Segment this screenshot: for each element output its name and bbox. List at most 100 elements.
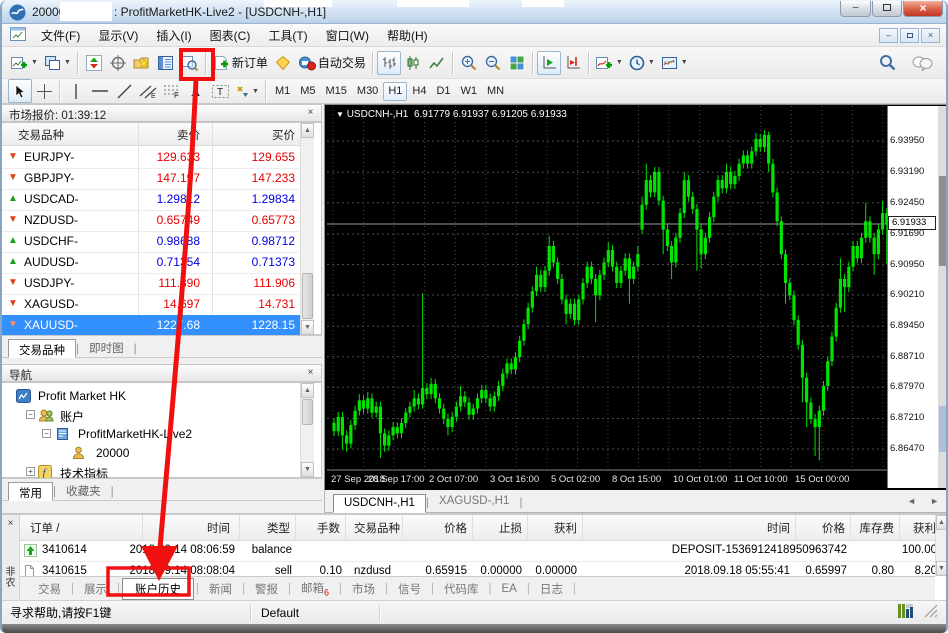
market-watch-row-NZDUSD-[interactable]: ▼NZDUSD-0.657490.65773 xyxy=(2,210,300,231)
menu-6[interactable]: 帮助(H) xyxy=(378,24,437,47)
resize-grip[interactable] xyxy=(924,604,938,621)
mdi-close-button[interactable]: × xyxy=(921,28,940,43)
chevron-down-icon[interactable]: ▼ xyxy=(616,59,623,66)
candlestick-chart-button[interactable] xyxy=(401,51,425,75)
auto-scroll-button[interactable] xyxy=(537,51,561,75)
crosshair-button[interactable] xyxy=(32,79,56,103)
chart-plot[interactable] xyxy=(327,106,888,491)
menu-0[interactable]: 文件(F) xyxy=(32,24,89,47)
terminal-column-header-7[interactable]: 获利 xyxy=(417,520,577,536)
navigator-item-账户[interactable]: −账户 xyxy=(2,406,298,425)
arrows-button[interactable]: ▼ xyxy=(232,79,262,103)
profiles-button[interactable]: ▼ xyxy=(41,51,74,75)
terminal-tab-代码库[interactable]: 代码库 xyxy=(436,579,487,599)
text-button[interactable]: A xyxy=(184,79,208,103)
scroll-up-icon[interactable]: ▲ xyxy=(301,123,314,138)
market-watch-tab-即时图[interactable]: 即时图 xyxy=(79,338,134,357)
terminal-tab-邮箱[interactable]: 邮箱6 xyxy=(293,578,337,599)
terminal-tab-EA[interactable]: EA xyxy=(494,581,525,597)
periods-button[interactable]: ▼ xyxy=(626,51,658,75)
terminal-tab-日志[interactable]: 日志 xyxy=(532,579,571,599)
timeframe-D1[interactable]: D1 xyxy=(431,82,455,101)
market-watch-scrollbar[interactable]: ▲▼ xyxy=(300,123,314,335)
text-label-button[interactable]: T xyxy=(208,79,232,103)
market-watch-row-USDCHF-[interactable]: ▲USDCHF-0.986880.98712 xyxy=(2,231,300,252)
expand-icon[interactable]: + xyxy=(26,467,35,476)
navigator-tab-常用[interactable]: 常用 xyxy=(8,482,53,501)
terminal-column-header-0[interactable]: 订单 / xyxy=(30,520,59,536)
timeframe-H4[interactable]: H4 xyxy=(407,82,431,101)
navigator-button[interactable] xyxy=(130,51,154,75)
status-profile[interactable]: Default xyxy=(251,606,379,620)
collapse-icon[interactable]: − xyxy=(26,410,35,419)
terminal-tab-市场[interactable]: 市场 xyxy=(344,579,383,599)
market-watch-row-AUDUSD-[interactable]: ▲AUDUSD-0.713540.71373 xyxy=(2,252,300,273)
new-chart-button[interactable]: ▼ xyxy=(8,51,41,75)
trendline-button[interactable] xyxy=(112,79,136,103)
panel-splitter[interactable] xyxy=(2,501,324,513)
autotrading-button[interactable]: 自动交易 xyxy=(295,51,369,75)
templates-button[interactable]: ▼ xyxy=(658,51,691,75)
chart-tab-XAGUSD-,H1[interactable]: XAGUSD-,H1 xyxy=(429,493,519,512)
scrollbar-thumb[interactable] xyxy=(302,399,313,425)
market-watch-row-XAUUSD-[interactable]: ▼XAUUSD-1227.681228.15 xyxy=(2,315,300,336)
terminal-scrollbar[interactable]: ▲ ▼ xyxy=(935,515,947,576)
navigator-item-20000[interactable]: 20000 xyxy=(2,444,298,463)
tile-windows-button[interactable] xyxy=(505,51,529,75)
horizontal-line-button[interactable] xyxy=(88,79,112,103)
timeframe-M5[interactable]: M5 xyxy=(295,82,320,101)
collapse-icon[interactable]: − xyxy=(42,429,51,438)
scroll-down-icon[interactable]: ▼ xyxy=(301,462,314,477)
terminal-row-3410614[interactable]: 34106142018.09.14 08:06:59balanceDEPOSIT… xyxy=(20,541,935,562)
market-watch-row-EURJPY-[interactable]: ▼EURJPY-129.633129.655 xyxy=(2,147,300,168)
timeframe-H1[interactable]: H1 xyxy=(383,82,407,101)
scroll-down-icon[interactable]: ▼ xyxy=(301,320,314,335)
navigator-scrollbar[interactable]: ▲▼ xyxy=(300,383,314,477)
market-watch-row-GBPJPY-[interactable]: ▼GBPJPY-147.197147.233 xyxy=(2,168,300,189)
minimize-button[interactable]: – xyxy=(840,1,871,17)
cursor-button[interactable] xyxy=(8,79,32,103)
chart-window[interactable]: 6.939506.931906.924506.916906.909506.902… xyxy=(324,104,948,513)
line-chart-button[interactable] xyxy=(425,51,449,75)
chevron-down-icon[interactable]: ▼ xyxy=(64,59,71,66)
vertical-line-button[interactable] xyxy=(64,79,88,103)
chevron-down-icon[interactable]: ▼ xyxy=(648,59,655,66)
strategy-tester-button[interactable] xyxy=(178,51,202,75)
chevron-down-icon[interactable]: ▼ xyxy=(681,59,688,66)
scroll-right-icon[interactable]: ► xyxy=(930,496,939,506)
terminal-button[interactable] xyxy=(154,51,178,75)
close-button[interactable]: × xyxy=(903,1,943,17)
market-watch-row-XAGUSD-[interactable]: ▼XAGUSD-14.69714.731 xyxy=(2,294,300,315)
navigator-item-ProfitMarketHK-Live2[interactable]: −ProfitMarketHK-Live2 xyxy=(2,425,298,444)
chart-tab-USDCNH-,H1[interactable]: USDCNH-,H1 xyxy=(333,494,426,513)
zoom-in-button[interactable] xyxy=(457,51,481,75)
mdi-minimize-button[interactable]: – xyxy=(879,28,898,43)
menu-4[interactable]: 工具(T) xyxy=(259,24,316,47)
timeframe-MN[interactable]: MN xyxy=(482,82,509,101)
scroll-up-icon[interactable]: ▲ xyxy=(936,515,947,530)
terminal-column-header-11[interactable]: 获利 xyxy=(776,520,936,536)
data-window-button[interactable] xyxy=(106,51,130,75)
column-header-sell[interactable]: 卖价 xyxy=(122,127,200,143)
search-button[interactable] xyxy=(875,51,899,75)
market-watch-row-USDCAD-[interactable]: ▲USDCAD-1.298121.29834 xyxy=(2,189,300,210)
bar-chart-button[interactable] xyxy=(377,51,401,75)
scrollbar-thumb[interactable] xyxy=(939,176,948,266)
timeframe-M1[interactable]: M1 xyxy=(270,82,295,101)
scroll-up-icon[interactable]: ▲ xyxy=(301,383,314,398)
chevron-down-icon[interactable]: ▼ xyxy=(31,59,38,66)
column-header-buy[interactable]: 买价 xyxy=(217,127,295,143)
terminal-tab-交易[interactable]: 交易 xyxy=(30,579,69,599)
mdi-restore-button[interactable] xyxy=(900,28,919,43)
metaeditor-button[interactable] xyxy=(271,51,295,75)
close-icon[interactable]: × xyxy=(304,367,317,380)
terminal-tab-新闻[interactable]: 新闻 xyxy=(201,579,240,599)
navigator-item-Profit Market HK[interactable]: Profit Market HK xyxy=(2,387,298,406)
fibonacci-button[interactable]: F xyxy=(160,79,184,103)
scroll-left-icon[interactable]: ◄ xyxy=(907,496,916,506)
maximize-restore-button[interactable] xyxy=(872,1,902,17)
timeframe-M30[interactable]: M30 xyxy=(352,82,383,101)
column-header-symbol[interactable]: 交易品种 xyxy=(18,127,64,143)
market-watch-row-USDJPY-[interactable]: ▼USDJPY-111.890111.906 xyxy=(2,273,300,294)
timeframe-W1[interactable]: W1 xyxy=(456,82,483,101)
